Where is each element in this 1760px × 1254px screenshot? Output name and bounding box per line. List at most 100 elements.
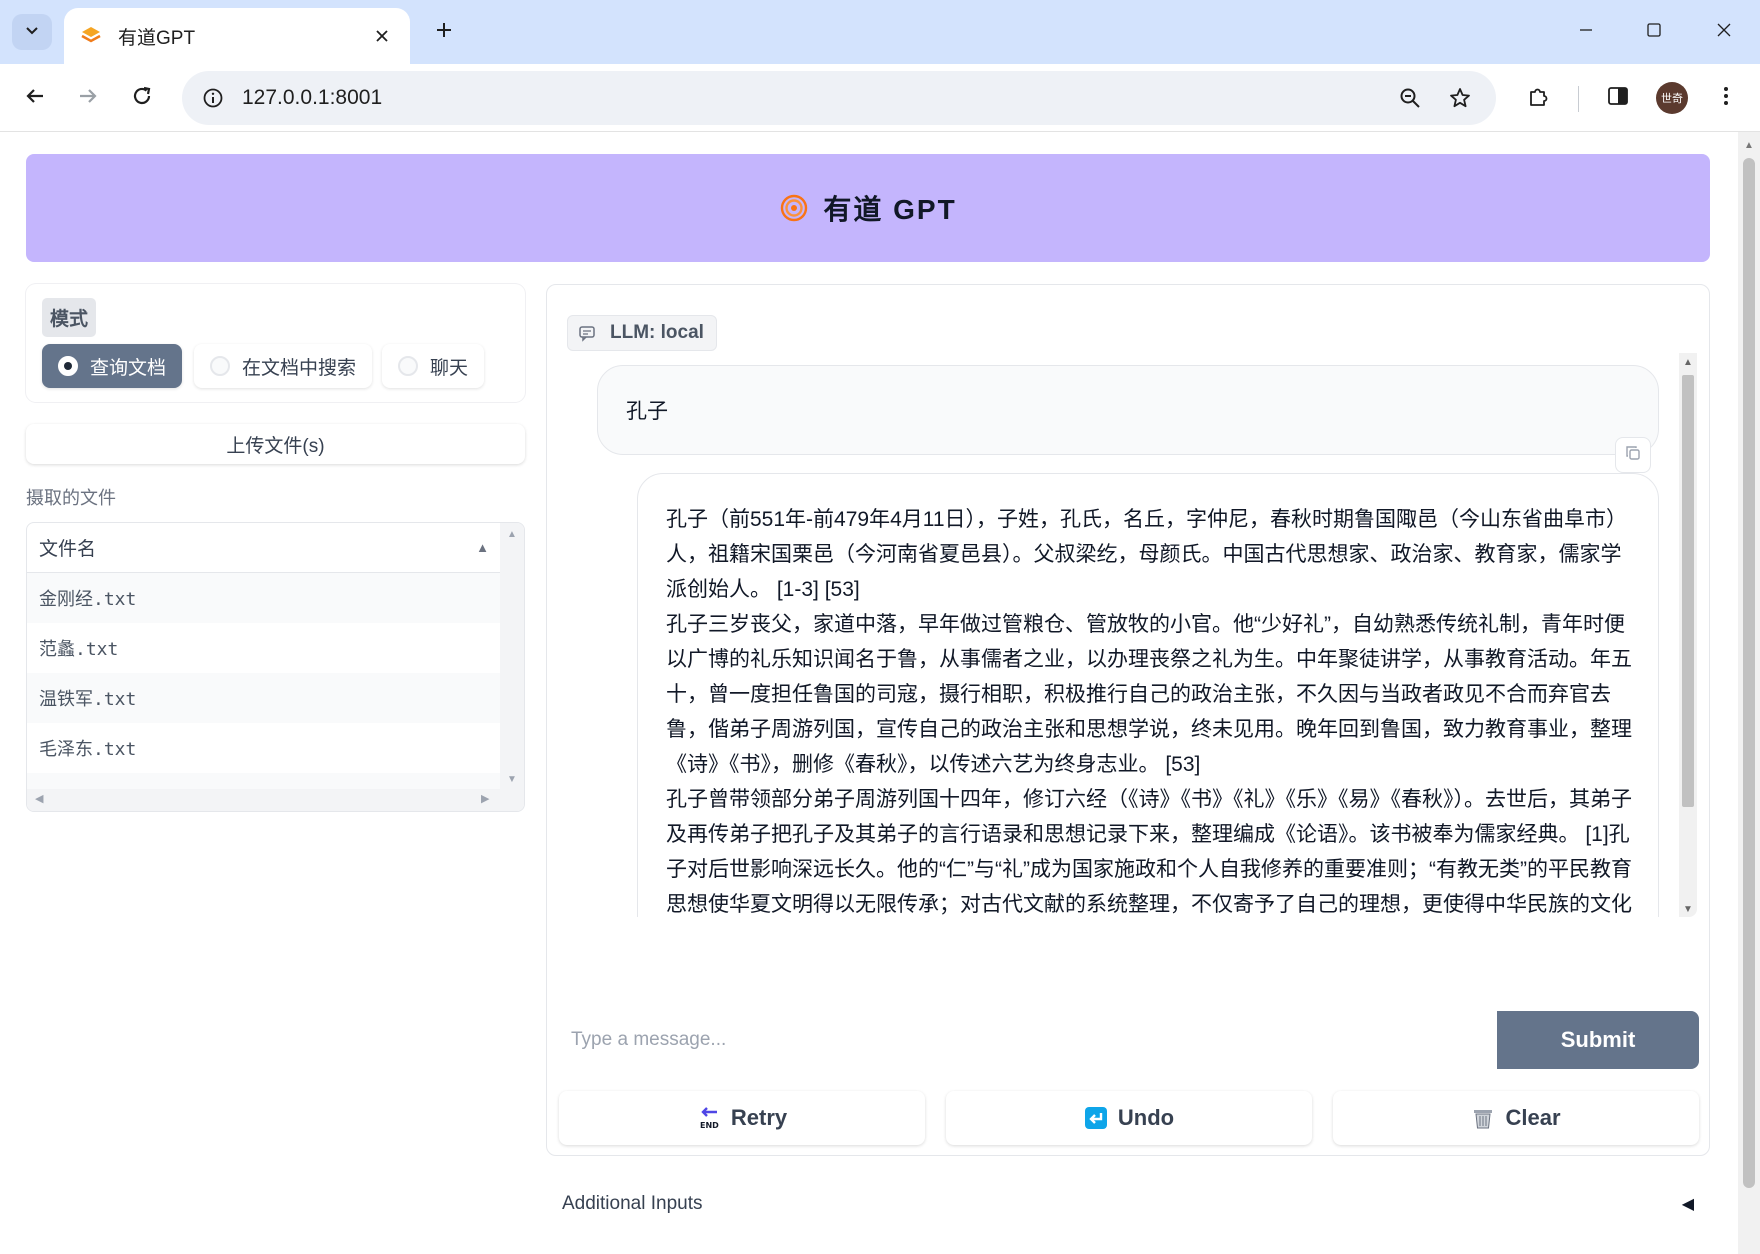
spiral-logo-icon: [779, 193, 809, 223]
new-tab-button[interactable]: [424, 14, 464, 50]
scroll-up-icon[interactable]: ▲: [507, 529, 517, 540]
table-row[interactable]: 温铁军.txt: [27, 673, 501, 723]
tab-search-button[interactable]: [12, 14, 52, 50]
mode-radio-chat[interactable]: 聊天: [382, 344, 485, 388]
message-input[interactable]: [559, 1011, 1499, 1069]
table-header-filename[interactable]: 文件名 ▲: [27, 523, 501, 573]
reload-button[interactable]: [122, 78, 162, 118]
page-scrollbar[interactable]: ▲: [1738, 132, 1760, 1254]
mode-radio-label: 查询文档: [90, 357, 167, 379]
caret-left-icon: ◀: [1681, 1196, 1694, 1213]
retry-label: Retry: [730, 1105, 788, 1130]
radio-unchecked-icon: [398, 356, 418, 376]
scroll-right-icon[interactable]: ▶: [481, 792, 489, 805]
page-viewport: 有道 GPT 模式 查询文档 在文档中搜索 聊天 上传文件(s) 摄取的文件 文…: [0, 132, 1760, 1254]
maximize-button[interactable]: [1628, 8, 1680, 56]
scrollbar-thumb[interactable]: [1743, 158, 1755, 1188]
mode-label: 模式: [42, 298, 97, 337]
bot-paragraph: 孔子（前551年-前479年4月11日），子姓，孔氏，名丘，字仲尼，春秋时期鲁国…: [666, 508, 1628, 601]
svg-text:END: END: [700, 1121, 719, 1130]
browser-tab-active[interactable]: 有道GPT: [64, 8, 410, 64]
browser-menu-button[interactable]: [1706, 78, 1746, 118]
radio-unchecked-icon: [210, 356, 230, 376]
bot-paragraph: 孔子曾带领部分弟子周游列国十四年，修订六经（《诗》《书》《礼》《乐》《易》《春秋…: [666, 788, 1632, 916]
bot-message: 孔子（前551年-前479年4月11日），子姓，孔氏，名丘，字仲尼，春秋时期鲁国…: [637, 473, 1659, 917]
youdao-favicon-icon: [76, 21, 106, 51]
upload-files-button[interactable]: 上传文件(s): [26, 424, 525, 464]
mode-selector: 模式 查询文档 在文档中搜索 聊天: [26, 284, 525, 402]
clear-label: Clear: [1505, 1105, 1561, 1130]
ingested-files-label: 摄取的文件: [26, 488, 116, 508]
additional-inputs-accordion[interactable]: Additional Inputs ◀: [546, 1178, 1710, 1230]
mode-radio-search-docs[interactable]: 在文档中搜索: [194, 344, 373, 388]
bookmark-star-icon[interactable]: [1440, 78, 1480, 118]
scrollbar-thumb[interactable]: [1682, 375, 1694, 807]
scroll-up-icon[interactable]: ▲: [1744, 140, 1754, 151]
mode-radio-query-docs[interactable]: 查询文档: [42, 344, 183, 388]
avatar: 世奇: [1656, 82, 1688, 114]
table-vertical-scrollbar[interactable]: ▲ ▼: [500, 523, 524, 791]
scroll-down-icon[interactable]: ▼: [507, 774, 517, 785]
table-row[interactable]: 范蠡.txt: [27, 623, 501, 673]
undo-label: Undo: [1117, 1105, 1175, 1130]
app-header: 有道 GPT: [26, 154, 1710, 262]
llm-badge-text: LLM: local: [610, 322, 704, 343]
table-row[interactable]: 金刚经.txt: [27, 573, 501, 623]
side-panel-button[interactable]: [1598, 78, 1638, 118]
scroll-down-icon[interactable]: ▼: [1683, 904, 1693, 915]
sort-ascending-icon[interactable]: ▲: [476, 540, 489, 555]
toolbar-divider: [1578, 86, 1579, 112]
ingested-files-table: 文件名 ▲ 金刚经.txt 范蠡.txt 温铁军.txt 毛泽东.txt 孔子.…: [26, 522, 525, 812]
plus-icon: [435, 21, 453, 44]
tab-title: 有道GPT: [118, 27, 196, 49]
copy-icon: [1624, 444, 1642, 467]
extensions-button[interactable]: [1518, 78, 1558, 118]
url-text[interactable]: 127.0.0.1:8001: [242, 86, 1380, 110]
close-icon[interactable]: [368, 22, 396, 50]
browser-tab-bar: 有道GPT: [0, 0, 1760, 64]
reload-icon: [131, 85, 153, 112]
window-close-button[interactable]: [1698, 8, 1750, 56]
minimize-icon: [1578, 22, 1594, 43]
forward-button[interactable]: [68, 78, 108, 118]
scroll-left-icon[interactable]: ◀: [35, 792, 43, 805]
chatbot: LLM: local 孔子 孔子（前551年-前479年4月11日），子姓，孔氏…: [559, 297, 1697, 917]
copy-message-button[interactable]: [1615, 437, 1651, 473]
site-info-icon[interactable]: [198, 83, 228, 113]
user-message: 孔子: [597, 365, 1659, 455]
more-vertical-icon: [1714, 84, 1738, 113]
app-title: 有道 GPT: [823, 194, 957, 225]
chevron-down-icon: [24, 22, 40, 43]
chat-scrollbar[interactable]: ▲ ▼: [1679, 353, 1697, 917]
puzzle-icon: [1526, 84, 1550, 113]
radio-checked-icon: [58, 356, 78, 376]
minimize-button[interactable]: [1560, 8, 1612, 56]
profile-button[interactable]: 世奇: [1652, 78, 1692, 118]
browser-toolbar: 127.0.0.1:8001 世奇: [0, 64, 1760, 132]
arrow-right-icon: [77, 85, 99, 112]
clear-button[interactable]: Clear: [1333, 1091, 1699, 1145]
side-panel-icon: [1606, 84, 1630, 113]
column-header-label: 文件名: [39, 539, 97, 560]
retry-button[interactable]: END Retry: [559, 1091, 925, 1145]
table-horizontal-scrollbar[interactable]: ◀ ▶: [27, 789, 524, 811]
chat-bubble-icon: [576, 322, 598, 344]
scroll-up-icon[interactable]: ▲: [1683, 357, 1693, 368]
maximize-icon: [1646, 22, 1662, 43]
mode-radio-label: 聊天: [430, 357, 469, 379]
end-arrow-icon: END: [697, 1106, 721, 1130]
address-bar[interactable]: 127.0.0.1:8001: [182, 71, 1496, 125]
undo-icon: [1084, 1106, 1108, 1130]
mode-radio-label: 在文档中搜索: [242, 357, 357, 379]
undo-button[interactable]: Undo: [946, 1091, 1312, 1145]
additional-inputs-label: Additional Inputs: [562, 1193, 703, 1214]
submit-button[interactable]: Submit: [1497, 1011, 1699, 1069]
chat-panel: LLM: local 孔子 孔子（前551年-前479年4月11日），子姓，孔氏…: [546, 284, 1710, 1156]
table-row[interactable]: 毛泽东.txt: [27, 723, 501, 773]
back-button[interactable]: [15, 78, 55, 118]
trash-icon: [1471, 1106, 1495, 1130]
zoom-icon[interactable]: [1390, 78, 1430, 118]
close-icon: [1716, 22, 1732, 43]
bot-paragraph: 孔子三岁丧父，家道中落，早年做过管粮仓、管放牧的小官。他“少好礼”，自幼熟悉传统…: [666, 613, 1632, 776]
llm-badge: LLM: local: [567, 315, 717, 351]
